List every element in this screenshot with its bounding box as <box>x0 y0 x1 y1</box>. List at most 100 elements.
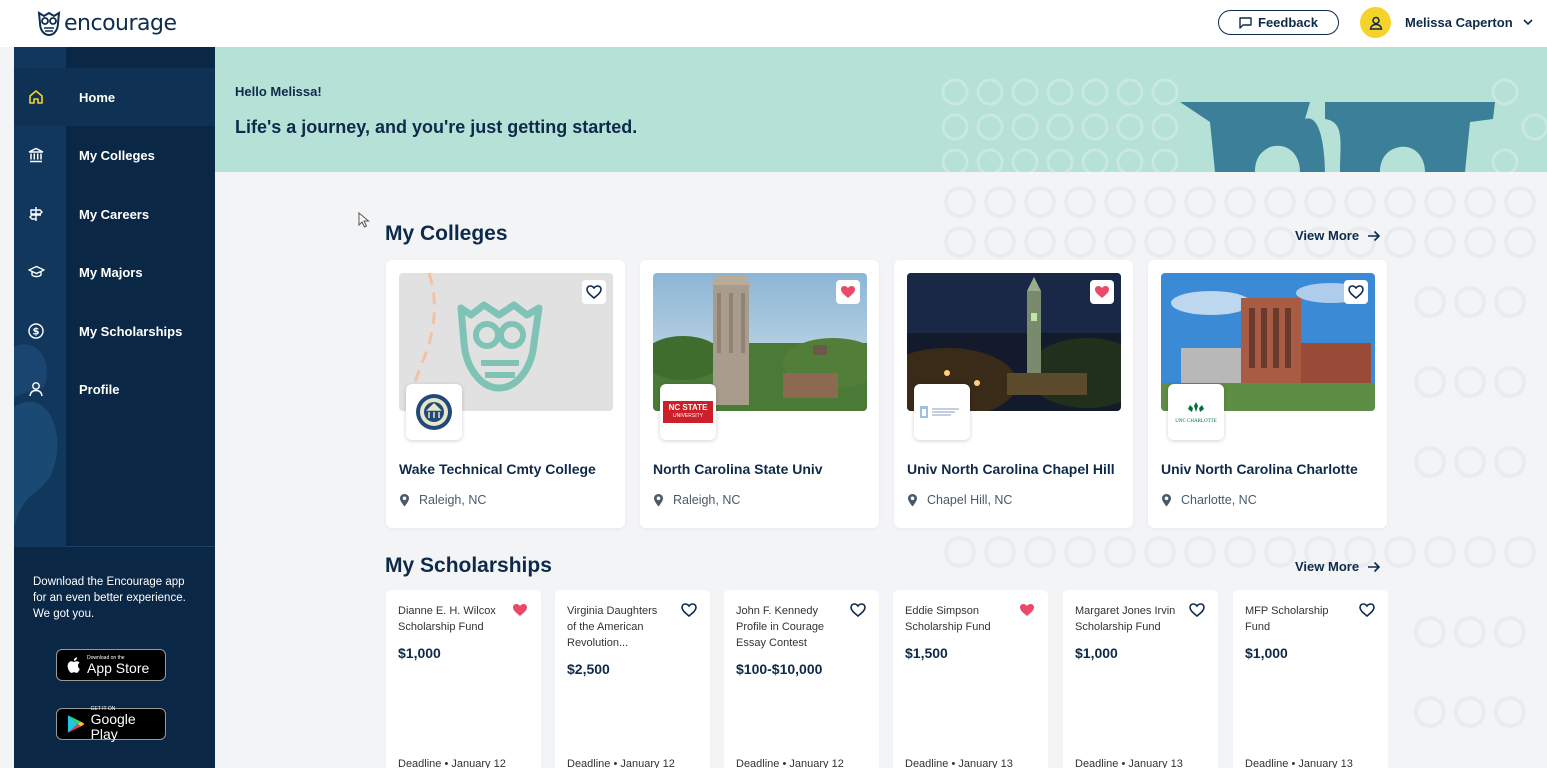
scholarship-deadline: Deadline • January 13 <box>1245 758 1353 768</box>
scholarship-amount: $1,000 <box>398 645 441 661</box>
sidebar-item-colleges[interactable]: My Colleges <box>14 126 215 184</box>
college-location-text: Chapel Hill, NC <box>927 493 1013 507</box>
heart-filled-icon[interactable] <box>512 603 528 617</box>
scholarship-name-line: MFP Scholarship <box>1245 605 1329 617</box>
scholarship-name-line: John F. Kennedy <box>736 605 818 617</box>
svg-text:$: $ <box>33 327 40 338</box>
view-more-label: View More <box>1295 559 1360 574</box>
scholarship-name: Margaret Jones Irvin Scholarship Fund <box>1075 603 1185 635</box>
sidebar-item-profile[interactable]: Profile <box>14 360 215 418</box>
college-logo <box>914 384 970 440</box>
scholarship-name-line: Profile in Courage <box>736 621 825 633</box>
heart-filled-icon[interactable] <box>1019 603 1035 617</box>
location-pin-icon <box>908 494 917 507</box>
scholarship-card[interactable]: Dianne E. H. Wilcox Scholarship Fund $1,… <box>386 590 541 768</box>
ncstate-logo-text: NC STATE <box>668 403 708 412</box>
favorite-button[interactable] <box>836 280 860 304</box>
heart-outline-icon[interactable] <box>681 603 697 617</box>
sidebar-item-careers[interactable]: My Careers <box>14 185 215 243</box>
location-pin-icon <box>654 494 663 507</box>
promo-line: We got you. <box>33 608 95 620</box>
app-store-label: App Store <box>87 659 150 676</box>
unc-charlotte-logo-text: UNC CHARLOTTE <box>1175 419 1217 424</box>
google-play-button[interactable]: GET IT ON Google Play <box>56 706 166 742</box>
app-promo-text: Download the Encourage app for an even b… <box>33 574 203 622</box>
scholarship-card[interactable]: Eddie Simpson Scholarship Fund $1,500 De… <box>893 590 1048 768</box>
heart-outline-icon[interactable] <box>850 603 866 617</box>
scholarship-amount: $1,000 <box>1075 645 1118 661</box>
scholarship-name-line: Revolution... <box>567 637 629 649</box>
institution-icon <box>27 146 45 164</box>
scholarship-name-line: Fund <box>1245 621 1271 633</box>
sidebar-item-label: My Colleges <box>79 147 155 163</box>
scholarship-deadline: Deadline • January 13 <box>905 758 1013 768</box>
sidebar-item-label: My Careers <box>79 206 150 222</box>
message-icon <box>1239 16 1252 29</box>
location-pin-icon <box>1162 494 1171 507</box>
scholarship-deadline: Deadline • January 12 <box>567 758 675 768</box>
scholarship-deadline: Deadline • January 13 <box>1075 758 1183 768</box>
college-card[interactable]: UNC CHARLOTTE Univ North Carolina Charlo… <box>1148 260 1387 528</box>
heart-outline-icon[interactable] <box>1189 603 1205 617</box>
favorite-button[interactable] <box>1344 280 1368 304</box>
promo-line: for an even better experience. <box>33 592 186 604</box>
scholarship-card[interactable]: John F. Kennedy Profile in Courage Essay… <box>724 590 879 768</box>
view-more-label: View More <box>1295 228 1360 243</box>
sidebar-item-scholarships[interactable]: $ My Scholarships <box>14 302 215 360</box>
mouse-cursor-icon <box>358 212 370 228</box>
app-store-button[interactable]: Download on the App Store <box>56 649 166 681</box>
college-logo: UNC CHARLOTTE <box>1168 384 1224 440</box>
heart-outline-icon <box>586 285 602 299</box>
colleges-view-more-link[interactable]: View More <box>1295 228 1381 243</box>
favorite-button[interactable] <box>582 280 606 304</box>
sidebar-divider <box>66 546 215 547</box>
sidebar-item-label: My Scholarships <box>79 323 183 339</box>
college-card[interactable]: Wake Technical Cmty College Raleigh, NC <box>386 260 625 528</box>
sidebar-item-majors[interactable]: My Majors <box>14 243 215 301</box>
heart-outline-icon[interactable] <box>1359 603 1375 617</box>
home-icon <box>27 88 45 106</box>
college-name: Univ North Carolina Charlotte <box>1161 461 1358 477</box>
heart-filled-icon <box>841 286 855 298</box>
hero-tagline: Life's a journey, and you're just gettin… <box>235 117 638 137</box>
scholarship-name: Virginia Daughters of the American Revol… <box>567 603 677 651</box>
scholarship-card[interactable]: Virginia Daughters of the American Revol… <box>555 590 710 768</box>
promo-line: Download the Encourage app <box>33 576 185 588</box>
chevron-down-icon[interactable] <box>1522 14 1534 30</box>
college-location: Charlotte, NC <box>1161 493 1257 507</box>
signpost-icon <box>27 205 45 223</box>
scholarship-name: MFP Scholarship Fund <box>1245 603 1355 635</box>
user-name[interactable]: Melissa Caperton <box>1405 15 1513 30</box>
brand-logo[interactable]: encourage <box>36 6 177 40</box>
favorite-button[interactable] <box>1090 280 1114 304</box>
scholarship-name-line: Scholarship Fund <box>1075 621 1161 633</box>
person-icon <box>27 380 45 398</box>
college-logo <box>406 384 462 440</box>
google-play-label: Google Play <box>90 711 136 742</box>
scholarship-name-line: Dianne E. H. Wilcox <box>398 605 496 617</box>
avatar[interactable] <box>1360 7 1391 38</box>
unc-charlotte-crown-graphic <box>1188 402 1204 412</box>
apple-icon <box>67 657 80 673</box>
scholarships-view-more-link[interactable]: View More <box>1295 559 1381 574</box>
sidebar-item-home[interactable]: Home <box>14 68 215 126</box>
dollar-circle-icon: $ <box>27 322 45 340</box>
location-pin-icon <box>400 494 409 507</box>
scholarship-name-line: Margaret Jones Irvin <box>1075 605 1176 617</box>
scholarship-deadline: Deadline • January 12 <box>398 758 506 768</box>
scholarship-card[interactable]: Margaret Jones Irvin Scholarship Fund $1… <box>1063 590 1218 768</box>
my-scholarships-title: My Scholarships <box>385 554 552 577</box>
college-card[interactable]: Univ North Carolina Chapel Hill Chapel H… <box>894 260 1133 528</box>
ncstate-logo-sub: UNIVERSITY <box>672 413 703 419</box>
scholarship-card[interactable]: MFP Scholarship Fund $1,000 Deadline • J… <box>1233 590 1388 768</box>
graduation-cap-icon <box>27 263 45 281</box>
college-name: Wake Technical Cmty College <box>399 461 596 477</box>
college-card[interactable]: NC STATE UNIVERSITY North Carolina State… <box>640 260 879 528</box>
college-location-text: Charlotte, NC <box>1181 493 1257 507</box>
college-name: North Carolina State Univ <box>653 461 823 477</box>
scholarship-name: Eddie Simpson Scholarship Fund <box>905 603 1015 635</box>
sidebar: Home My Colleges My Careers My Majors $ … <box>14 47 215 768</box>
arrow-right-icon <box>1368 230 1381 241</box>
feedback-button[interactable]: Feedback <box>1218 10 1339 35</box>
scholarship-name-line: Scholarship Fund <box>905 621 991 633</box>
